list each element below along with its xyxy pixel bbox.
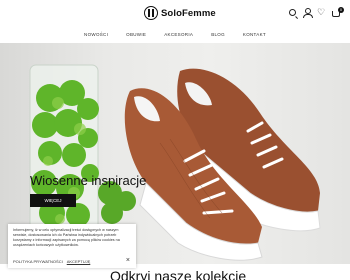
collections-heading: Odkryj nasze kolekcje — [110, 268, 247, 280]
heart-icon[interactable]: ♡ — [317, 8, 326, 17]
main-nav: NOWOŚCI OBUWIE AKCESORIA BLOG KONTAKT — [0, 28, 350, 42]
nav-item-blog[interactable]: BLOG — [211, 28, 225, 42]
user-icon[interactable] — [302, 8, 313, 18]
nav-item-obuwie[interactable]: OBUWIE — [126, 28, 146, 42]
hero-title: Wiosenne inspiracje — [30, 173, 147, 188]
logo-mark-icon — [144, 6, 158, 20]
search-icon[interactable] — [289, 9, 296, 16]
site-header: SoloFemme ♡ 0 — [0, 0, 350, 28]
header-icons: ♡ 0 — [289, 7, 344, 18]
privacy-policy-link[interactable]: POLITYKA PRYWATNOŚCI — [13, 259, 63, 264]
nav-item-nowosci[interactable]: NOWOŚCI — [84, 28, 108, 42]
page: SoloFemme ♡ 0 NOWOŚCI OBUWIE AKCESORIA B… — [0, 0, 350, 280]
nav-item-akcesoria[interactable]: AKCESORIA — [164, 28, 193, 42]
close-icon[interactable]: × — [126, 257, 130, 264]
logo[interactable]: SoloFemme — [144, 6, 216, 20]
cart-icon[interactable]: 0 — [332, 7, 344, 17]
cart-count-badge: 0 — [338, 7, 344, 13]
cookie-banner: Informujemy, iż w celu optymalizacji tre… — [8, 224, 136, 268]
nav-item-kontakt[interactable]: KONTAKT — [243, 28, 266, 42]
cookie-text: Informujemy, iż w celu optymalizacji tre… — [13, 228, 120, 247]
cookie-actions: POLITYKA PRYWATNOŚCI AKCEPTUJĘ — [13, 259, 90, 264]
hero-more-button[interactable]: WIĘCEJ — [30, 194, 76, 207]
accept-cookies-button[interactable]: AKCEPTUJĘ — [67, 259, 91, 264]
logo-text: SoloFemme — [161, 7, 216, 19]
